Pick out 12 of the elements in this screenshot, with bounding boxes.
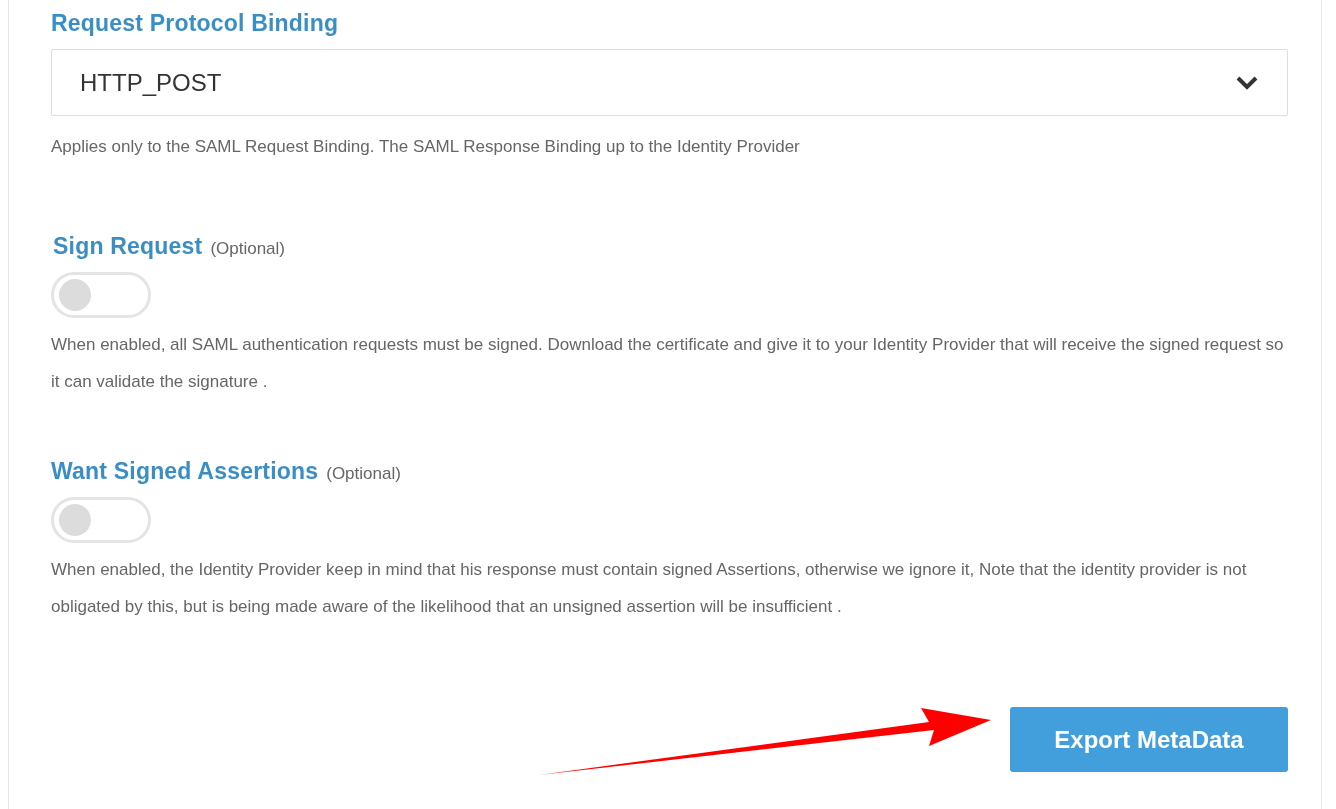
binding-select[interactable]: HTTP_POST [51,49,1288,116]
field-label: Request Protocol Binding [51,10,339,37]
field-label: Sign Request [53,233,203,260]
help-text: Applies only to the SAML Request Binding. The SAML Response Binding up to the Identity Provider [51,136,801,158]
chevron-down-icon [1235,74,1259,91]
optional-note: (Optional) [326,464,401,484]
help-text: When enabled, the Identity Provider keep in mind that his response must contain signed Assertions, otherwise we ignore it, Note that the identity provider is not obligated by this, but is being made aware of the likelihood that an unsigned assertion will be insufficient . [51,559,1248,618]
help-text: When enabled, all SAML authentication requests must be signed. Download the certificate and give it to your Identity Provider that will receive the signed request so it can validate the signature . [51,334,1285,393]
optional-note: (Optional) [210,239,285,259]
field-label: Want Signed Assertions [51,458,319,485]
toggle-switch[interactable] [51,497,151,543]
toggle-switch[interactable] [51,272,151,318]
